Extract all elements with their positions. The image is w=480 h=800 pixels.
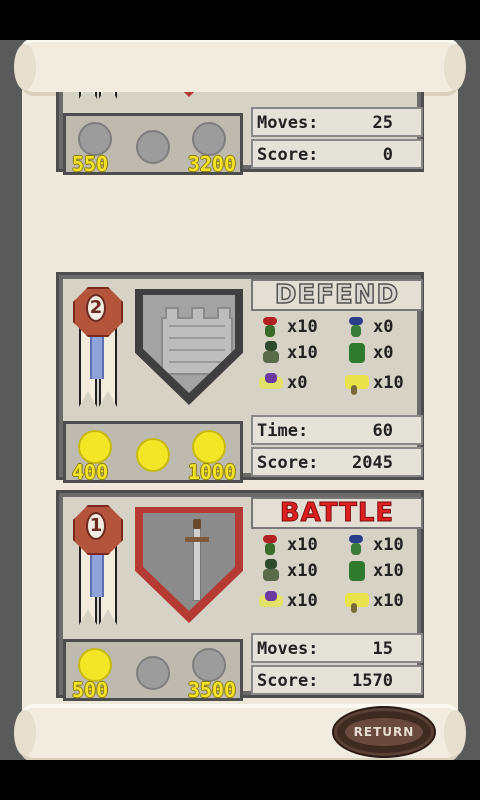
enemy-blue-goblin: x0	[337, 315, 421, 339]
mode-title: BATTLE	[251, 497, 423, 529]
enemy-green-goblin: x0	[337, 341, 421, 365]
skeleton-icon	[257, 341, 285, 365]
sword-shield-icon	[135, 92, 243, 97]
coin-icon	[78, 122, 112, 156]
score-threshold: 1000	[187, 460, 236, 484]
yellow-spider-icon	[343, 371, 371, 395]
score-stat: Score: 2045	[251, 447, 423, 477]
medal-ribbon: 3	[71, 92, 127, 99]
enemy-blue-goblin: x10	[337, 533, 421, 557]
enemy-red-goblin: x10	[251, 315, 335, 339]
score-stat: Score: 1570	[251, 665, 423, 695]
enemy-red-goblin: x10	[251, 533, 335, 557]
moves-stat: Moves: 15	[251, 633, 423, 663]
enemy-list: x10 x0 x10 x0 x0 x10	[251, 315, 423, 411]
coin-icon	[136, 656, 170, 690]
purple-spider-icon	[257, 371, 285, 395]
enemy-yellow-spider: x10	[337, 371, 421, 395]
blue-goblin-icon	[343, 315, 371, 339]
coin-icon	[78, 430, 112, 464]
enemy-list: x10 x10 x10 x10 x15 x15	[251, 92, 423, 103]
level-card-1[interactable]: 1 500 3500 BATTLE x10 x10 x10 x10 x10 x1…	[56, 490, 424, 702]
navigation-bar	[0, 760, 480, 800]
coin-icon	[192, 430, 226, 464]
return-button[interactable]: RETURN	[334, 708, 434, 756]
enemy-skeleton: x10	[251, 341, 335, 365]
enemy-list: x10 x10 x10 x10 x10 x10	[251, 533, 423, 629]
status-bar	[0, 0, 480, 40]
coin-rating: 500 3500	[63, 639, 243, 702]
castle-shield-icon	[135, 289, 243, 405]
level-select-screen: 3 550 3200 x10 x10 x10	[0, 40, 480, 760]
coin-rating: 400 1000	[63, 421, 243, 484]
level-number: 2	[86, 294, 106, 322]
score-stat: Score: 0	[251, 139, 423, 169]
coin-icon	[192, 648, 226, 682]
coin-icon	[136, 438, 170, 472]
purple-spider-icon	[257, 589, 285, 613]
level-card-3[interactable]: 3 550 3200 x10 x10 x10	[56, 92, 424, 176]
coin-icon	[78, 648, 112, 682]
skeleton-icon	[257, 559, 285, 583]
red-goblin-icon	[257, 315, 285, 339]
enemy-purple-spider: x0	[251, 371, 335, 395]
enemy-green-goblin: x10	[337, 559, 421, 583]
medal-ribbon: 2	[71, 287, 127, 407]
green-goblin-icon	[343, 341, 371, 365]
green-goblin-icon	[343, 559, 371, 583]
moves-stat: Moves: 25	[251, 107, 423, 137]
enemy-yellow-spider: x10	[337, 589, 421, 613]
score-threshold: 3500	[187, 678, 236, 702]
scroll-top-roll	[14, 40, 466, 96]
mode-title: DEFEND	[251, 279, 423, 311]
score-threshold: 3200	[187, 152, 236, 176]
level-list[interactable]: 3 550 3200 x10 x10 x10	[0, 92, 480, 704]
return-label: RETURN	[353, 725, 415, 739]
coin-icon	[136, 130, 170, 164]
sword-shield-icon	[135, 507, 243, 623]
yellow-spider-icon	[343, 589, 371, 613]
enemy-skeleton: x10	[251, 559, 335, 583]
level-card-2[interactable]: 2 400 1000 DEFEND x10 x0 x10 x0 x0 x10 T…	[56, 272, 424, 484]
enemy-purple-spider: x10	[251, 589, 335, 613]
time-stat: Time: 60	[251, 415, 423, 445]
score-threshold: 550	[72, 152, 109, 176]
blue-goblin-icon	[343, 533, 371, 557]
red-goblin-icon	[257, 533, 285, 557]
medal-ribbon: 1	[71, 505, 127, 625]
level-number: 1	[86, 512, 106, 540]
coin-icon	[192, 122, 226, 156]
score-threshold: 500	[72, 678, 109, 702]
score-threshold: 400	[72, 460, 109, 484]
coin-rating: 550 3200	[63, 113, 243, 176]
